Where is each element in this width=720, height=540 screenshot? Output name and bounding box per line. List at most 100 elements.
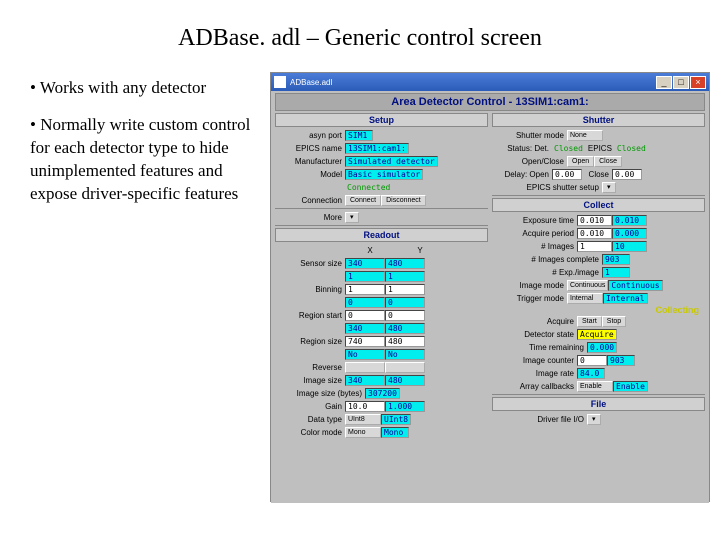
model-value: Basic simulator	[345, 169, 423, 180]
image-mode-value: Continuous	[608, 280, 662, 291]
image-rate-label: Image rate	[492, 369, 577, 378]
y-header: Y	[395, 246, 445, 255]
epics-setup-button[interactable]: ▾	[602, 182, 616, 193]
array-callbacks-value: Enable	[613, 381, 648, 392]
trigger-mode-select[interactable]: Internal	[567, 293, 603, 304]
connection-label: Connection	[275, 196, 345, 205]
region-size-label: Region size	[275, 337, 345, 346]
collecting-status: Collecting	[492, 305, 705, 315]
manufacturer-value: Simulated detector	[345, 156, 438, 167]
shutter-mode-label: Shutter mode	[492, 131, 567, 140]
reverse-y-sel[interactable]	[385, 362, 425, 373]
status-det: Closed	[552, 143, 585, 154]
delay-open-label: Delay: Open	[492, 170, 552, 179]
driver-file-button[interactable]: ▾	[587, 414, 601, 425]
sensor-size-label: Sensor size	[275, 259, 345, 268]
image-mode-label: Image mode	[492, 281, 567, 290]
delay-open-input[interactable]: 0.00	[552, 169, 582, 180]
shutter-header: Shutter	[492, 113, 705, 127]
detector-state-label: Detector state	[492, 330, 577, 339]
reverse-x-sel[interactable]	[345, 362, 385, 373]
exposure-value: 0.010	[612, 215, 647, 226]
open-button[interactable]: Open	[567, 156, 594, 167]
images-complete: 903	[602, 254, 630, 265]
data-type-label: Data type	[275, 415, 345, 424]
right-column: Shutter Shutter modeNone Status: Det.Clo…	[492, 113, 705, 439]
asyn-port-label: asyn port	[275, 131, 345, 140]
asyn-port-value: SIM1	[345, 130, 373, 141]
data-type-value: UInt8	[381, 414, 411, 425]
window-titlebar[interactable]: ADBase.adl _ □ ×	[271, 73, 709, 91]
sensor-y: 480	[385, 258, 425, 269]
trigger-mode-label: Trigger mode	[492, 294, 567, 303]
status-epics-label: EPICS	[585, 144, 615, 153]
region-start-x[interactable]: 0	[345, 310, 385, 321]
status-epics: Closed	[615, 143, 648, 154]
app-title: Area Detector Control - 13SIM1:cam1:	[275, 93, 705, 111]
binning-x[interactable]: 1	[345, 284, 385, 295]
bullet-list: • Works with any detector • Normally wri…	[0, 67, 270, 220]
exposure-input[interactable]: 0.010	[577, 215, 612, 226]
collect-header: Collect	[492, 198, 705, 212]
region-size-y[interactable]: 480	[385, 336, 425, 347]
array-callbacks-select[interactable]: Enable	[577, 381, 613, 392]
reverse-x-val: No	[345, 349, 385, 360]
region-size-x[interactable]: 740	[345, 336, 385, 347]
image-rate: 84.0	[577, 368, 605, 379]
file-header: File	[492, 397, 705, 411]
start-button[interactable]: Start	[577, 316, 602, 327]
time-remaining-label: Time remaining	[492, 343, 587, 352]
disconnect-button[interactable]: Disconnect	[381, 195, 426, 206]
stop-button[interactable]: Stop	[602, 316, 626, 327]
color-mode-select[interactable]: Mono	[345, 427, 381, 438]
image-size-label: Image size	[275, 376, 345, 385]
image-counter-input[interactable]: 0	[577, 355, 607, 366]
more-button[interactable]: ▾	[345, 212, 359, 223]
maximize-button[interactable]: □	[673, 76, 689, 89]
array-callbacks-label: Array callbacks	[492, 382, 577, 391]
exp-per-image: 1	[602, 267, 630, 278]
close-button[interactable]: ×	[690, 76, 706, 89]
acquire-period-input[interactable]: 0.010	[577, 228, 612, 239]
data-type-select[interactable]: UInt8	[345, 414, 381, 425]
close-shutter-button[interactable]: Close	[594, 156, 622, 167]
zero-y: 0	[385, 297, 425, 308]
more-label: More	[275, 213, 345, 222]
screenshot-window: ADBase.adl _ □ × Area Detector Control -…	[270, 72, 710, 502]
gain-label: Gain	[275, 402, 345, 411]
images-complete-label: # Images complete	[492, 255, 602, 264]
reverse-y-val: No	[385, 349, 425, 360]
slide-title: ADBase. adl – Generic control screen	[0, 0, 720, 67]
epics-name-label: EPICS name	[275, 144, 345, 153]
exposure-label: Exposure time	[492, 216, 577, 225]
region-start-y[interactable]: 0	[385, 310, 425, 321]
connect-button[interactable]: Connect	[345, 195, 381, 206]
exp-per-image-label: # Exp./image	[492, 268, 602, 277]
bullet-2: • Normally write custom control for each…	[30, 114, 255, 206]
manufacturer-label: Manufacturer	[275, 157, 345, 166]
trigger-mode-value: Internal	[603, 293, 648, 304]
connected-status: Connected	[345, 182, 392, 193]
color-mode-value: Mono	[381, 427, 409, 438]
shutter-mode-select[interactable]: None	[567, 130, 603, 141]
size-x: 340	[345, 323, 385, 334]
image-mode-select[interactable]: Continuous	[567, 280, 608, 291]
readout-header: Readout	[275, 228, 488, 242]
delay-close-label: Close	[582, 170, 612, 179]
epics-name-value: 13SIM1:cam1:	[345, 143, 409, 154]
image-counter-label: Image counter	[492, 356, 577, 365]
gain-input[interactable]: 10.0	[345, 401, 385, 412]
color-mode-label: Color mode	[275, 428, 345, 437]
one-y: 1	[385, 271, 425, 282]
binning-y[interactable]: 1	[385, 284, 425, 295]
detector-state: Acquire	[577, 329, 617, 340]
bullet-1: • Works with any detector	[30, 77, 255, 100]
window-title: ADBase.adl	[290, 78, 332, 87]
delay-close-input[interactable]: 0.00	[612, 169, 642, 180]
image-bytes: 307200	[365, 388, 400, 399]
setup-header: Setup	[275, 113, 488, 127]
num-images-input[interactable]: 1	[577, 241, 612, 252]
openclose-label: Open/Close	[492, 157, 567, 166]
minimize-button[interactable]: _	[656, 76, 672, 89]
zero-x: 0	[345, 297, 385, 308]
